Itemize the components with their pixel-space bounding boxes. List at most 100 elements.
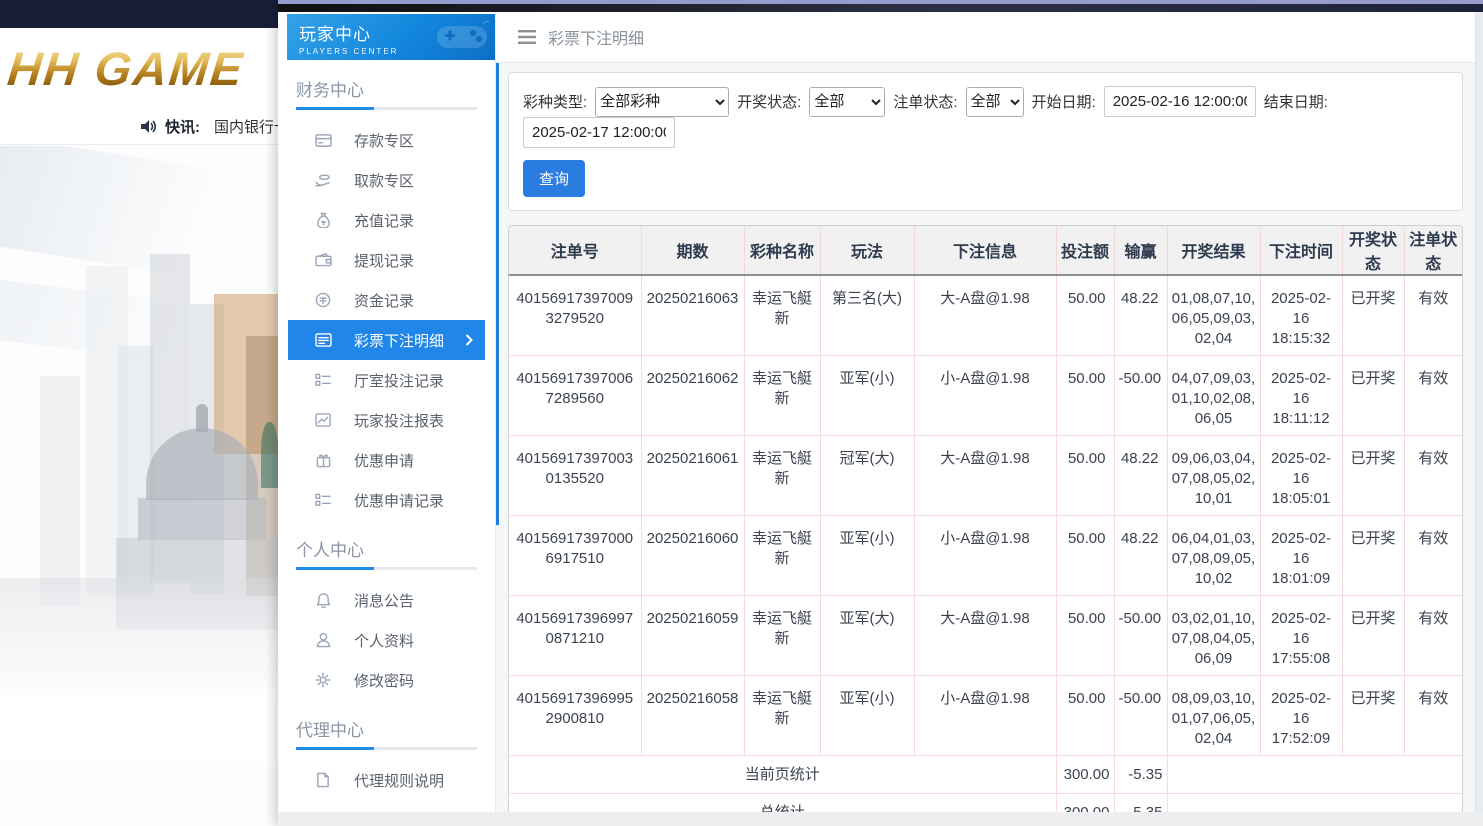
site-top-navbar (0, 0, 278, 28)
table-header-row: 注单号期数彩种名称玩法下注信息投注额输赢开奖结果下注时间开奖状态注单状态 (509, 226, 1462, 275)
section-underline (296, 107, 477, 110)
table-cell: 已开奖 (1342, 676, 1404, 756)
sidebar-item[interactable]: 取款专区 (288, 160, 485, 200)
summary-label: 总统计 (509, 794, 1056, 813)
table-cell: 06,04,01,03,07,08,09,05,10,02 (1167, 516, 1260, 596)
table-cell: -50.00 (1114, 596, 1167, 676)
summary-winloss-total: -5.35 (1114, 794, 1167, 813)
search-button[interactable]: 查询 (523, 160, 585, 197)
table-row: 40156917397000691751020250216060幸运飞艇新亚军(… (509, 516, 1462, 596)
table-cell: 有效 (1404, 676, 1462, 756)
sidebar-item[interactable]: 消息公告 (288, 580, 485, 620)
table-column-header: 下注时间 (1260, 226, 1342, 275)
table-row: 40156917396997087121020250216059幸运飞艇新亚军(… (509, 596, 1462, 676)
table-column-header: 投注额 (1056, 226, 1114, 275)
table-cell: 20250216063 (641, 275, 744, 356)
table-cell: 20250216059 (641, 596, 744, 676)
table-cell: 401569173970067289560 (509, 356, 641, 436)
table-cell: 08,09,03,10,01,07,06,05,02,04 (1167, 676, 1260, 756)
records-icon (314, 371, 332, 389)
section-underline (296, 747, 477, 750)
section-underline (296, 567, 477, 570)
sidebar-item[interactable]: 个人资料 (288, 620, 485, 660)
lottery-type-select[interactable]: 全部彩种 (595, 87, 729, 117)
table-column-header: 注单号 (509, 226, 641, 275)
sidebar-item[interactable]: 资金记录 (288, 280, 485, 320)
coins-icon (314, 291, 332, 309)
table-cell: 03,02,01,10,07,08,04,05,06,09 (1167, 596, 1260, 676)
table-cell: 已开奖 (1342, 436, 1404, 516)
sidebar-item[interactable]: 修改密码 (288, 660, 485, 700)
logo-band: HH GAME (0, 28, 278, 108)
table-column-header: 开奖状态 (1342, 226, 1404, 275)
table-cell: 亚军(小) (820, 516, 914, 596)
sidebar-nav: 财务中心存款专区取款专区充值记录提现记录资金记录彩票下注明细厅室投注记录玩家投注… (278, 76, 495, 812)
end-date-input[interactable] (523, 117, 675, 148)
bet-status-select[interactable]: 全部 (966, 87, 1024, 117)
withdraw-hand-icon (314, 171, 332, 189)
sidebar-item[interactable]: 优惠申请记录 (288, 480, 485, 520)
table-cell: 04,07,09,03,01,10,02,08,06,05 (1167, 356, 1260, 436)
table-cell: 幸运飞艇新 (744, 275, 820, 356)
sidebar-section-title: 个人中心 (296, 536, 477, 561)
background-city-image (0, 146, 278, 762)
table-cell: 亚军(小) (820, 356, 914, 436)
sidebar-item[interactable]: 充值记录 (288, 200, 485, 240)
deposit-card-icon (314, 131, 332, 149)
sidebar-item[interactable]: 厅室投注记录 (288, 360, 485, 400)
table-cell: 小-A盘@1.98 (914, 516, 1056, 596)
sidebar-item-label: 充值记录 (354, 210, 414, 231)
sidebar-item[interactable]: 代理团队统计 (288, 800, 485, 812)
table-cell: 50.00 (1056, 356, 1114, 436)
summary-bet-total: 300.00 (1056, 794, 1114, 813)
table-cell: 有效 (1404, 275, 1462, 356)
sidebar-item-label: 提现记录 (354, 250, 414, 271)
draw-status-select[interactable]: 全部 (809, 87, 885, 117)
table-cell: 有效 (1404, 436, 1462, 516)
panel-scrollbar[interactable] (1475, 12, 1483, 812)
sidebar-item-label: 优惠申请记录 (354, 490, 444, 511)
sidebar-item-label: 优惠申请 (354, 450, 414, 471)
person-icon (314, 631, 332, 649)
sidebar-item[interactable]: 优惠申请 (288, 440, 485, 480)
table-cell: 2025-02-16 17:55:08 (1260, 596, 1342, 676)
table-cell: 2025-02-16 18:15:32 (1260, 275, 1342, 356)
table-column-header: 输赢 (1114, 226, 1167, 275)
table-cell: 幸运飞艇新 (744, 676, 820, 756)
table-summary-row: 当前页统计300.00-5.35 (509, 756, 1462, 794)
lottery-type-label: 彩种类型: (523, 91, 587, 112)
table-cell: 大-A盘@1.98 (914, 596, 1056, 676)
moneybag-icon (314, 211, 332, 229)
start-date-input[interactable] (1104, 86, 1256, 117)
menu-toggle-icon[interactable] (518, 30, 536, 44)
table-cell: 幸运飞艇新 (744, 436, 820, 516)
panel-bottom-strip (278, 812, 1483, 826)
sidebar-item[interactable]: 提现记录 (288, 240, 485, 280)
table-cell: 50.00 (1056, 275, 1114, 356)
summary-bet-total: 300.00 (1056, 756, 1114, 794)
table-column-header: 彩种名称 (744, 226, 820, 275)
wallet-icon (314, 251, 332, 269)
summary-blank (1167, 756, 1462, 794)
table-cell: 幸运飞艇新 (744, 356, 820, 436)
summary-blank (1167, 794, 1462, 813)
gift-icon (314, 451, 332, 469)
table-cell: 已开奖 (1342, 596, 1404, 676)
table-column-header: 注单状态 (1404, 226, 1462, 275)
sidebar-item-label: 存款专区 (354, 130, 414, 151)
sidebar-item-label: 玩家投注报表 (354, 410, 444, 431)
table-cell: 2025-02-16 18:05:01 (1260, 436, 1342, 516)
sidebar-section-title: 代理中心 (296, 716, 477, 741)
table-row: 40156917397006728956020250216062幸运飞艇新亚军(… (509, 356, 1462, 436)
table-cell: 已开奖 (1342, 356, 1404, 436)
end-date-label: 结束日期: (1264, 91, 1328, 112)
table-cell: 亚军(小) (820, 676, 914, 756)
sidebar-item[interactable]: 存款专区 (288, 120, 485, 160)
sidebar-item-label: 取款专区 (354, 170, 414, 191)
sidebar-item[interactable]: 彩票下注明细 (288, 320, 485, 360)
sidebar-item[interactable]: 代理规则说明 (288, 760, 485, 800)
table-cell: 2025-02-16 18:11:12 (1260, 356, 1342, 436)
gear-icon (314, 671, 332, 689)
sidebar-item[interactable]: 玩家投注报表 (288, 400, 485, 440)
table-cell: -50.00 (1114, 356, 1167, 436)
